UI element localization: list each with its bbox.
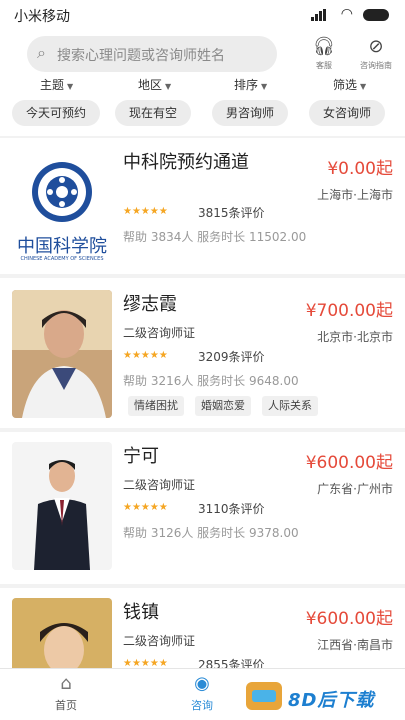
- wifi-icon: ◠: [340, 6, 353, 22]
- tab-consult[interactable]: ◉ 咨询: [172, 673, 232, 713]
- rating-stars: ★★★★★: [123, 502, 168, 513]
- chevron-down-icon: ▼: [261, 82, 268, 91]
- counselor-card[interactable]: 缪志霞 ¥700.00起 北京市·北京市 二级咨询师证 ★★★★★ 3209条评…: [0, 278, 405, 428]
- cas-logo: 中国科学院 CHINESE ACADEMY OF SCIENCES: [12, 144, 112, 272]
- search-icon: ⌕: [37, 43, 46, 62]
- chevron-down-icon: ▼: [67, 82, 74, 91]
- filter-bar: 主题 ▼ 地区 ▼ 排序 ▼ 筛选 ▼: [0, 76, 405, 94]
- chip-today-available[interactable]: 今天可预约: [12, 100, 100, 126]
- rating-stars: ★★★★★: [123, 658, 168, 668]
- review-count: 3209条评价: [198, 350, 265, 364]
- tag-emotional: 情绪困扰: [128, 396, 184, 416]
- carrier-name: 小米移动: [14, 9, 70, 25]
- counselor-name: 钱镇: [123, 602, 159, 623]
- guide-label: 咨询指南: [360, 61, 392, 70]
- counselor-photo: [12, 598, 112, 668]
- chip-male[interactable]: 男咨询师: [212, 100, 288, 126]
- help-stats: 帮助 3216人 服务时长 9648.00: [123, 374, 299, 388]
- search-placeholder: 搜索心理问题或咨询师姓名: [57, 48, 225, 64]
- cas-logo-text: 中国科学院: [17, 236, 107, 257]
- counselor-name: 缪志霞: [123, 294, 177, 315]
- rating-stars: ★★★★★: [123, 206, 168, 217]
- status-bar: 小米移动 ◠: [0, 0, 405, 30]
- tab-consult-label: 咨询: [191, 699, 213, 712]
- tag-marriage: 婚姻恋爱: [195, 396, 251, 416]
- filter-sort-label: 排序: [234, 78, 259, 92]
- counselor-price: ¥700.00起: [305, 301, 393, 321]
- chevron-down-icon: ▼: [165, 82, 172, 91]
- chip-free-now[interactable]: 现在有空: [115, 100, 191, 126]
- filter-region[interactable]: 地区 ▼: [138, 76, 171, 93]
- tag-relationships: 人际关系: [262, 396, 318, 416]
- chip-female[interactable]: 女咨询师: [309, 100, 385, 126]
- review-count: 2855条评价: [198, 658, 265, 668]
- home-icon: ⌂: [60, 673, 72, 694]
- counselor-location: 江西省·南昌市: [317, 638, 393, 652]
- counselor-name: 中科院预约通道: [123, 152, 249, 173]
- counselor-photo: [12, 290, 112, 418]
- search-input[interactable]: ⌕ 搜索心理问题或咨询师姓名: [27, 36, 277, 72]
- filter-topic[interactable]: 主题 ▼: [40, 76, 73, 93]
- counselor-photo: [12, 442, 112, 570]
- review-count: 3815条评价: [198, 206, 265, 220]
- compass-icon: ⊘: [368, 36, 384, 57]
- counselor-card[interactable]: 钱镇 ¥600.00起 江西省·南昌市 二级咨询师证 ★★★★★ 2855条评价: [0, 588, 405, 668]
- counselor-name: 宁可: [123, 446, 159, 467]
- customer-service-button[interactable]: 🎧︎ 客服: [302, 36, 346, 71]
- filter-sort[interactable]: 排序 ▼: [234, 76, 267, 93]
- counselor-list: 中国科学院 CHINESE ACADEMY OF SCIENCES 中科院预约通…: [0, 136, 405, 668]
- watermark-text: 8D后下载: [288, 690, 375, 711]
- filter-topic-label: 主题: [40, 78, 65, 92]
- counselor-price: ¥600.00起: [305, 609, 393, 629]
- counselor-location: 上海市·上海市: [317, 188, 393, 202]
- customer-service-label: 客服: [316, 61, 332, 70]
- counselor-card[interactable]: 中国科学院 CHINESE ACADEMY OF SCIENCES 中科院预约通…: [0, 138, 405, 274]
- guide-button[interactable]: ⊘ 咨询指南: [354, 36, 398, 71]
- counselor-certificate: 二级咨询师证: [123, 478, 196, 492]
- battery-icon: [363, 9, 389, 21]
- counselor-certificate: 二级咨询师证: [123, 634, 196, 648]
- help-stats: 帮助 3834人 服务时长 11502.00: [123, 230, 307, 244]
- filter-region-label: 地区: [138, 78, 163, 92]
- chevron-down-icon: ▼: [360, 82, 367, 91]
- signal-icon: [311, 9, 327, 21]
- counselor-certificate: 二级咨询师证: [123, 326, 196, 340]
- headset-icon: 🎧︎: [312, 36, 336, 57]
- rating-stars: ★★★★★: [123, 350, 168, 361]
- chat-icon: ◉: [194, 673, 210, 694]
- counselor-price: ¥600.00起: [305, 453, 393, 473]
- filter-screen[interactable]: 筛选 ▼: [333, 76, 366, 93]
- tab-home[interactable]: ⌂ 首页: [36, 673, 96, 713]
- cas-logo-subtext: CHINESE ACADEMY OF SCIENCES: [20, 256, 104, 262]
- watermark: 8D后下载: [240, 678, 400, 716]
- tab-home-label: 首页: [55, 699, 77, 712]
- counselor-location: 广东省·广州市: [317, 482, 393, 496]
- header: ⌕ 搜索心理问题或咨询师姓名 🎧︎ 客服 ⊘ 咨询指南 主题 ▼ 地区 ▼ 排序 ▼ …: [0, 30, 405, 136]
- counselor-card[interactable]: 宁可 ¥600.00起 广东省·广州市 二级咨询师证 ★★★★★ 3110条评价…: [0, 432, 405, 584]
- watermark-logo-icon: [246, 682, 282, 710]
- filter-screen-label: 筛选: [333, 78, 358, 92]
- review-count: 3110条评价: [198, 502, 265, 516]
- counselor-location: 北京市·北京市: [317, 330, 393, 344]
- help-stats: 帮助 3126人 服务时长 9378.00: [123, 526, 299, 540]
- counselor-price: ¥0.00起: [327, 159, 393, 179]
